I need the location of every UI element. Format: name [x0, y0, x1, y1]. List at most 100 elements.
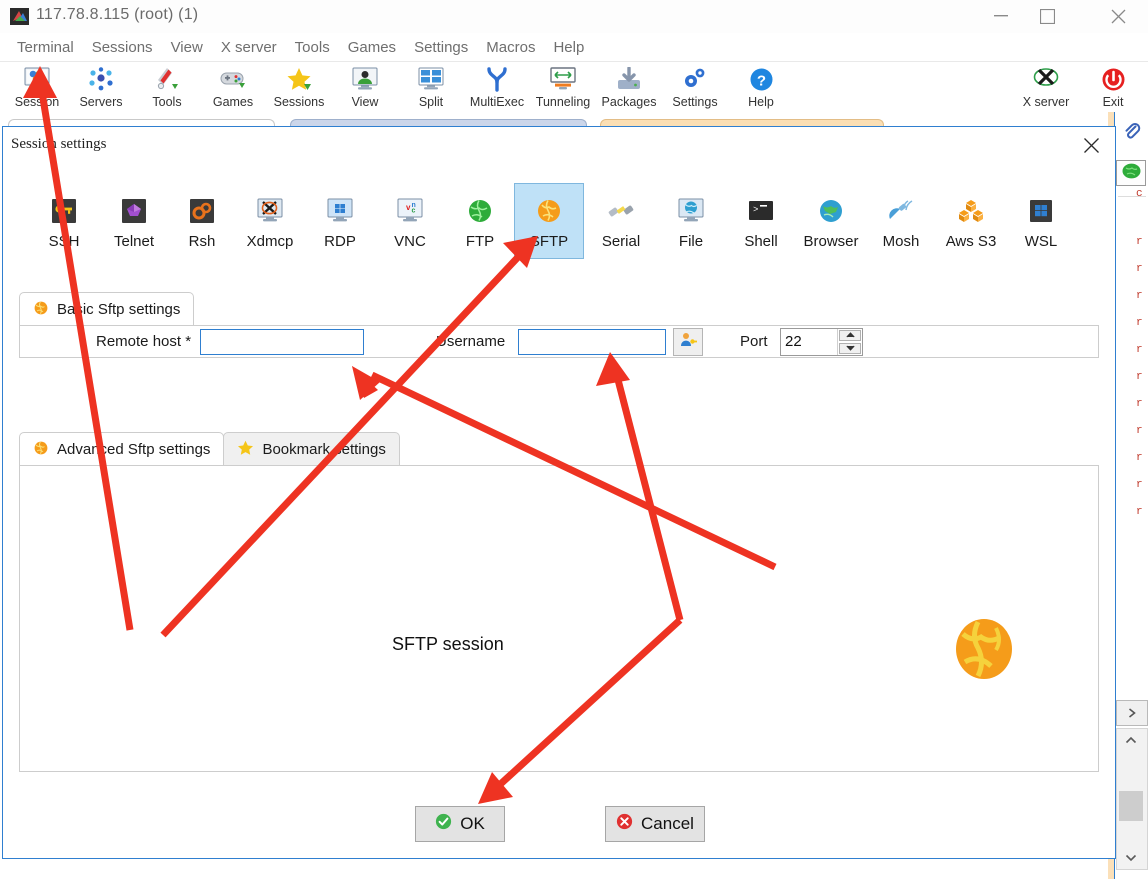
tab-advanced-sftp-settings[interactable]: Advanced Sftp settings: [19, 432, 225, 466]
session-settings-dialog: Session settings SSH Telnet Rsh Xdmcp RD…: [2, 126, 1116, 859]
xdmcp-icon: [255, 193, 285, 229]
advanced-settings-body: SFTP session: [19, 465, 1099, 772]
port-stepper-buttons[interactable]: [837, 328, 862, 355]
menu-terminal[interactable]: Terminal: [8, 37, 83, 58]
protocol-label-sftp: SFTP: [529, 232, 569, 250]
protocol-label-rsh: Rsh: [188, 232, 216, 250]
toolbar-button-settings[interactable]: Settings: [662, 64, 728, 118]
remote-host-input[interactable]: [200, 328, 364, 355]
exit-icon: [1101, 64, 1126, 94]
toolbar-button-packages[interactable]: Packages: [596, 64, 662, 118]
chevron-up-icon[interactable]: [1117, 729, 1145, 751]
menu-view[interactable]: View: [162, 37, 212, 58]
view-icon: [352, 64, 378, 94]
protocol-wsl[interactable]: WSL: [1006, 183, 1076, 259]
protocol-browser[interactable]: Browser: [796, 183, 866, 259]
protocol-shell[interactable]: > Shell: [726, 183, 796, 259]
menu-x-server[interactable]: X server: [212, 37, 286, 58]
protocol-telnet[interactable]: Telnet: [99, 183, 169, 259]
port-stepper[interactable]: [780, 327, 863, 356]
window-title: 117.78.8.115 (root) (1): [36, 6, 199, 23]
protocol-serial[interactable]: Serial: [586, 183, 656, 259]
toolbar-button-view[interactable]: View: [332, 64, 398, 118]
username-input[interactable]: [518, 328, 666, 355]
toolbar-label-settings: Settings: [672, 95, 718, 109]
toolbar-label-games: Games: [212, 95, 254, 109]
protocol-ssh[interactable]: SSH: [29, 183, 99, 259]
toolbar-button-split[interactable]: Split: [398, 64, 464, 118]
toolbar-button-session[interactable]: Session: [4, 64, 70, 118]
shell-icon: >: [746, 193, 776, 229]
menu-sessions[interactable]: Sessions: [83, 37, 162, 58]
rsh-icon: [187, 193, 217, 229]
protocol-aws-s3[interactable]: Aws S3: [936, 183, 1006, 259]
toolbar-button-x-server[interactable]: X server: [1013, 64, 1079, 118]
user-picker-button[interactable]: [673, 327, 703, 356]
toolbar-label-tunneling: Tunneling: [535, 95, 591, 109]
main-toolbar: Session Servers Tools Games Sessions Vie…: [0, 62, 1148, 120]
port-increment-button[interactable]: [839, 329, 861, 341]
cancel-button[interactable]: Cancel: [605, 806, 705, 842]
sidebar-expand-button[interactable]: [1116, 700, 1148, 726]
protocol-label-wsl: WSL: [1024, 232, 1058, 250]
protocol-rsh[interactable]: Rsh: [167, 183, 237, 259]
toolbar-button-servers[interactable]: Servers: [68, 64, 134, 118]
protocol-label-mosh: Mosh: [882, 232, 920, 250]
sidebar-row-3: r: [1136, 290, 1143, 302]
globe-orange-icon: [33, 440, 49, 460]
protocol-sftp[interactable]: SFTP: [514, 183, 584, 259]
menu-macros[interactable]: Macros: [477, 37, 544, 58]
svg-text:>: >: [753, 205, 758, 215]
menu-help[interactable]: Help: [544, 37, 593, 58]
toolbar-button-tunneling[interactable]: Tunneling: [530, 64, 596, 118]
minimize-button[interactable]: [978, 0, 1024, 32]
sidebar-row-1: r: [1136, 236, 1143, 248]
chevron-down-icon[interactable]: [1117, 847, 1145, 869]
dialog-close-button[interactable]: [1077, 132, 1105, 158]
toolbar-label-split: Split: [418, 95, 444, 109]
protocol-file[interactable]: File: [656, 183, 726, 259]
port-decrement-button[interactable]: [839, 342, 861, 354]
protocol-rdp[interactable]: RDP: [305, 183, 375, 259]
sidebar-row-4: r: [1136, 317, 1143, 329]
sidebar-scrollbar[interactable]: [1116, 728, 1148, 870]
sidebar-globe-button[interactable]: [1116, 160, 1146, 186]
menu-games[interactable]: Games: [339, 37, 405, 58]
toolbar-button-multiexec[interactable]: MultiExec: [464, 64, 530, 118]
close-button[interactable]: [1095, 0, 1141, 32]
ok-button[interactable]: OK: [415, 806, 505, 842]
app-root: 117.78.8.115 (root) (1) Terminal Session…: [0, 0, 1148, 879]
xserver-icon: [1031, 64, 1061, 94]
toolbar-label-help: Help: [748, 95, 774, 109]
menu-settings[interactable]: Settings: [405, 37, 477, 58]
dialog-title: Session settings: [11, 136, 107, 152]
ssh-key-icon: [49, 193, 79, 229]
tab-bookmark-settings[interactable]: Bookmark settings: [223, 432, 400, 466]
toolbar-label-servers: Servers: [79, 95, 123, 109]
protocol-label-file: File: [678, 232, 704, 250]
protocol-label-aws-s3: Aws S3: [945, 232, 997, 250]
tab-basic-sftp-settings[interactable]: Basic Sftp settings: [19, 292, 195, 326]
menu-tools[interactable]: Tools: [286, 37, 339, 58]
servers-icon: [87, 64, 115, 94]
protocol-mosh[interactable]: Mosh: [866, 183, 936, 259]
svg-text:?: ?: [756, 72, 765, 89]
scrollbar-thumb[interactable]: [1119, 791, 1143, 821]
toolbar-button-sessions[interactable]: Sessions: [266, 64, 332, 118]
protocol-ftp[interactable]: FTP: [445, 183, 515, 259]
toolbar-button-help[interactable]: ? Help: [728, 64, 794, 118]
tools-icon: [154, 64, 180, 94]
maximize-button[interactable]: [1024, 0, 1070, 32]
paperclip-icon[interactable]: [1119, 120, 1143, 140]
games-icon: [219, 64, 247, 94]
protocol-label-rdp: RDP: [324, 232, 356, 250]
protocol-xdmcp[interactable]: Xdmcp: [235, 183, 305, 259]
cancel-button-label: Cancel: [641, 814, 694, 833]
toolbar-button-tools[interactable]: Tools: [134, 64, 200, 118]
toolbar-button-exit[interactable]: Exit: [1080, 64, 1146, 118]
toolbar-button-games[interactable]: Games: [200, 64, 266, 118]
protocol-vnc[interactable]: v n c VNC: [375, 183, 445, 259]
sidebar-row-7: r: [1136, 398, 1143, 410]
toolbar-label-x-server: X server: [1022, 95, 1070, 109]
port-input[interactable]: [781, 328, 837, 355]
